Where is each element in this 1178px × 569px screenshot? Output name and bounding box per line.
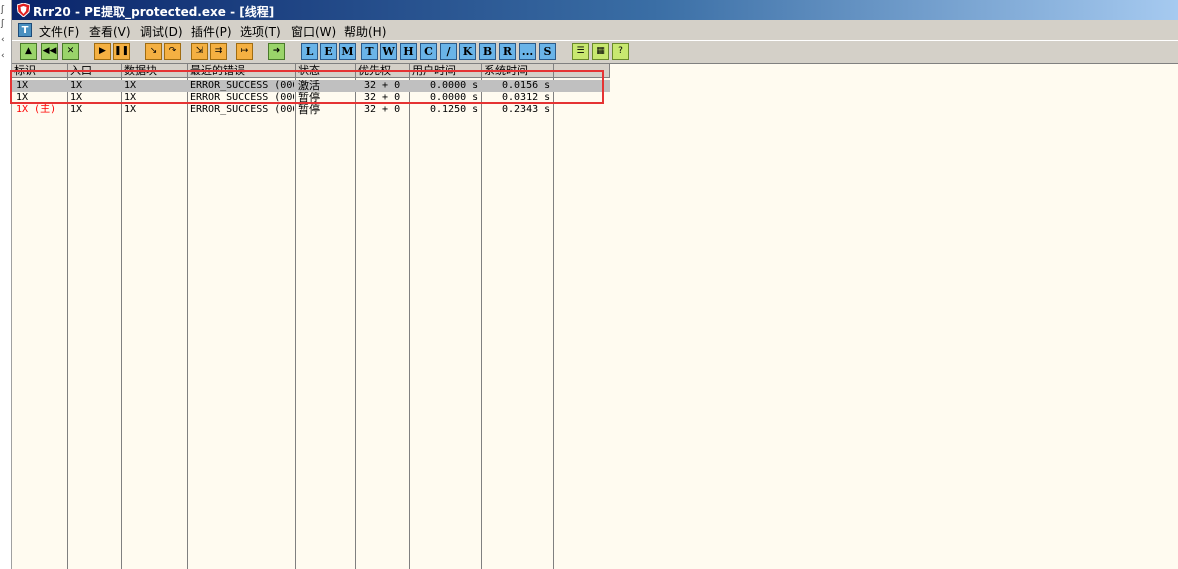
app-shield-icon: [17, 3, 30, 17]
threads-button[interactable]: T: [361, 43, 378, 60]
cell-id: 1X (主): [16, 104, 57, 115]
cell-system-time: 0.2343 s: [502, 104, 551, 115]
list-icon[interactable]: ☰: [572, 43, 589, 60]
cell-last-error: ERROR_SUCCESS (000: [190, 80, 294, 91]
references-button[interactable]: R: [499, 43, 516, 60]
column-divider: [481, 78, 482, 569]
header-state[interactable]: 状态: [296, 64, 356, 78]
menu-file[interactable]: 文件(F): [39, 23, 79, 40]
cell-system-time: 0.0156 s: [502, 80, 551, 91]
header-user-time[interactable]: 用户时间: [410, 64, 482, 78]
column-divider: [295, 78, 296, 569]
title-bar[interactable]: Rrr20 - PE提取_protected.exe - [线程]: [12, 0, 1178, 20]
header-last-error[interactable]: 最近的错误: [188, 64, 296, 78]
menu-bar: T 文件(F) 查看(V) 调试(D) 插件(P) 选项(T) 窗口(W) 帮助…: [12, 20, 1178, 41]
run-trace-button[interactable]: ...: [519, 43, 536, 60]
menu-view[interactable]: 查看(V): [89, 23, 131, 40]
help-icon[interactable]: ?: [612, 43, 629, 60]
table-row[interactable]: 1X 1X 1X ERROR_SUCCESS (000 激活 32 + 0 0.…: [12, 80, 610, 92]
cell-last-error: ERROR_SUCCESS (000: [190, 92, 294, 103]
trace-over-icon[interactable]: ⇉: [210, 43, 227, 60]
executable-modules-button[interactable]: E: [320, 43, 337, 60]
call-stack-button[interactable]: K: [459, 43, 476, 60]
source-button[interactable]: S: [539, 43, 556, 60]
memory-map-button[interactable]: M: [339, 43, 356, 60]
cell-user-time: 0.0000 s: [430, 92, 479, 103]
cell-id: 1X: [16, 92, 29, 103]
cell-priority: 32 + 0: [364, 104, 401, 115]
trace-into-icon[interactable]: ⇲: [191, 43, 208, 60]
cell-state: 激活: [298, 80, 320, 92]
column-divider: [67, 78, 68, 569]
step-over-icon[interactable]: ↷: [164, 43, 181, 60]
edge-fragment: ʃ: [1, 19, 5, 29]
go-to-icon[interactable]: ➜: [268, 43, 285, 60]
patches-button[interactable]: /: [440, 43, 457, 60]
menu-window[interactable]: 窗口(W): [291, 23, 336, 40]
cell-data-block: 1X: [124, 92, 137, 103]
cell-state: 暂停: [298, 92, 320, 104]
menu-plugins[interactable]: 插件(P): [191, 23, 232, 40]
cell-entry: 1X: [70, 80, 83, 91]
cell-entry: 1X: [70, 104, 83, 115]
cell-user-time: 0.1250 s: [430, 104, 479, 115]
menu-options[interactable]: 选项(T): [240, 23, 281, 40]
close-icon[interactable]: ✕: [62, 43, 79, 60]
handles-button[interactable]: H: [400, 43, 417, 60]
run-icon[interactable]: ▶: [94, 43, 111, 60]
header-system-time[interactable]: 系统时间: [482, 64, 554, 78]
execute-till-return-icon[interactable]: ↦: [236, 43, 253, 60]
cpu-button[interactable]: C: [420, 43, 437, 60]
cell-last-error: ERROR_SUCCESS (000: [190, 104, 294, 115]
column-divider: [553, 78, 554, 569]
mdi-child-icon[interactable]: T: [18, 23, 32, 37]
threads-table: 标识 入口 数据块 最近的错误 状态 优先权 用户时间 系统时间 1X 1X 1…: [12, 64, 1178, 569]
cell-data-block: 1X: [124, 104, 137, 115]
header-id[interactable]: 标识: [12, 64, 68, 78]
edge-fragment: ‹: [1, 35, 5, 45]
background-window-edge: ʃ ʃ ‹ ‹: [0, 0, 12, 569]
edge-fragment: ʃ: [1, 5, 5, 15]
rewind-icon[interactable]: ◀◀: [41, 43, 58, 60]
cell-system-time: 0.0312 s: [502, 92, 551, 103]
column-divider: [121, 78, 122, 569]
toolbar: ▲ ◀◀ ✕ ▶ ❚❚ ↘ ↷ ⇲ ⇉ ↦ ➜ L E M T W H C / …: [12, 41, 1178, 64]
column-divider: [355, 78, 356, 569]
open-icon[interactable]: ▲: [20, 43, 37, 60]
grid-icon[interactable]: ▦: [592, 43, 609, 60]
menu-help[interactable]: 帮助(H): [344, 23, 386, 40]
cell-id: 1X: [16, 80, 29, 91]
header-data-block[interactable]: 数据块: [122, 64, 188, 78]
header-priority[interactable]: 优先权: [356, 64, 410, 78]
pause-icon[interactable]: ❚❚: [113, 43, 130, 60]
cell-priority: 32 + 0: [364, 80, 401, 91]
table-row-main-thread[interactable]: 1X (主) 1X 1X ERROR_SUCCESS (000 暂停 32 + …: [12, 104, 610, 116]
table-header: 标识 入口 数据块 最近的错误 状态 优先权 用户时间 系统时间: [12, 64, 610, 78]
column-divider: [409, 78, 410, 569]
debugger-window: Rrr20 - PE提取_protected.exe - [线程] T 文件(F…: [12, 0, 1178, 569]
window-title: Rrr20 - PE提取_protected.exe - [线程]: [33, 5, 275, 19]
step-into-icon[interactable]: ↘: [145, 43, 162, 60]
edge-fragment: ‹: [1, 51, 5, 61]
cell-data-block: 1X: [124, 80, 137, 91]
table-row[interactable]: 1X 1X 1X ERROR_SUCCESS (000 暂停 32 + 0 0.…: [12, 92, 610, 104]
log-window-button[interactable]: L: [301, 43, 318, 60]
header-entry[interactable]: 入口: [68, 64, 122, 78]
breakpoints-button[interactable]: B: [479, 43, 496, 60]
windows-button[interactable]: W: [380, 43, 397, 60]
menu-debug[interactable]: 调试(D): [140, 23, 183, 40]
header-blank[interactable]: [554, 64, 610, 78]
cell-entry: 1X: [70, 92, 83, 103]
cell-priority: 32 + 0: [364, 92, 401, 103]
cell-state: 暂停: [298, 104, 320, 116]
cell-user-time: 0.0000 s: [430, 80, 479, 91]
column-divider: [187, 78, 188, 569]
